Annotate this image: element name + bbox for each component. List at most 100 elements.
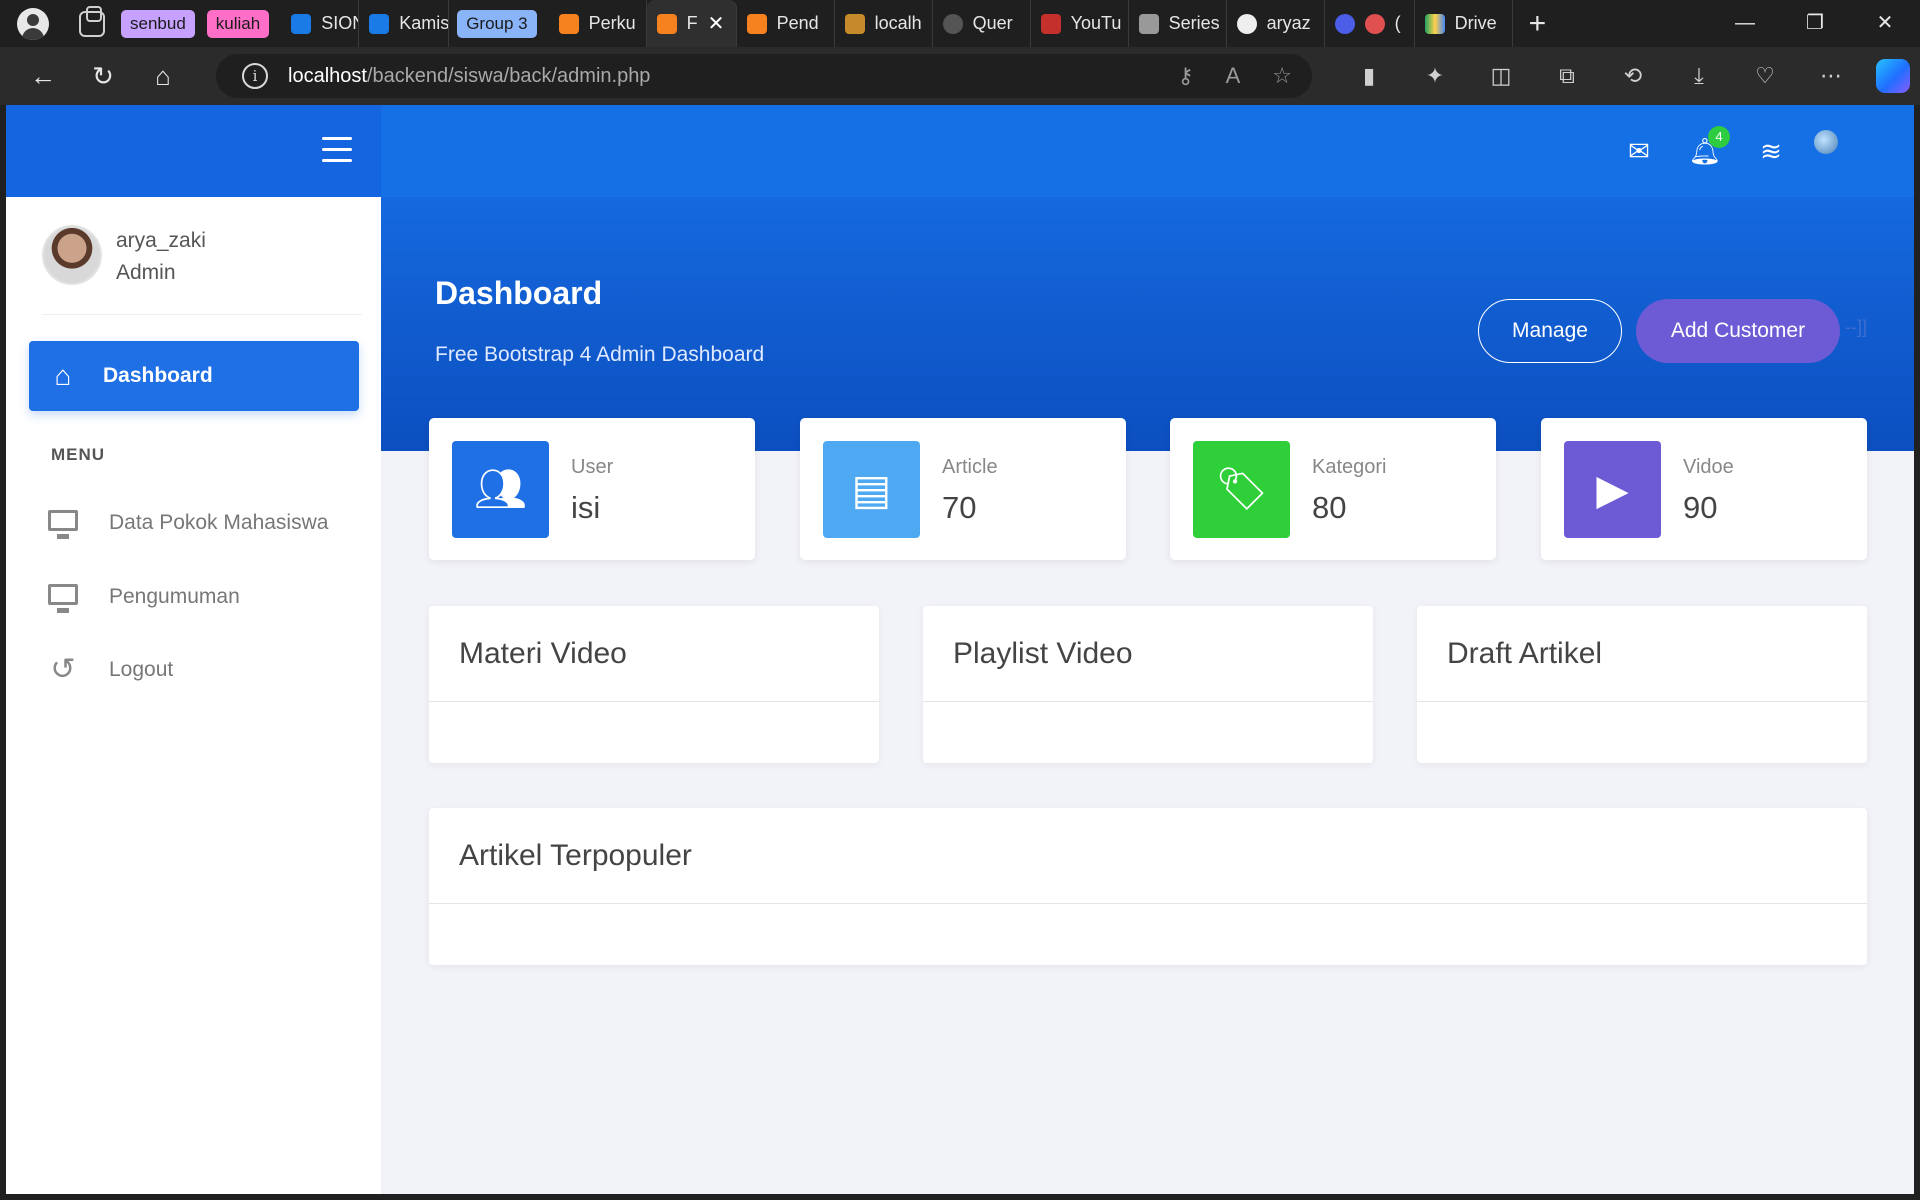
tab-series[interactable]: Series	[1129, 0, 1227, 47]
tab-pend[interactable]: Pend	[737, 0, 835, 47]
user-role: Admin	[116, 261, 176, 284]
split-screen-icon[interactable]: ◫	[1468, 63, 1534, 89]
sidebar-item-logout[interactable]: ↺ Logout	[46, 650, 173, 690]
back-icon[interactable]: ←	[26, 61, 60, 92]
tab-github[interactable]: aryaz	[1227, 0, 1325, 47]
envelope-icon[interactable]: ✉	[1606, 136, 1672, 167]
stat-value: isi	[571, 490, 601, 525]
tab-kamis[interactable]: Kamis	[359, 0, 450, 47]
tab-favicon	[369, 13, 390, 34]
tab-list: senbud kuliah SION Kamis Group 3 Perku F…	[121, 0, 1546, 47]
github-icon	[1236, 13, 1257, 34]
browser-toolbar: ← ↻ ⌂ i localhost/backend/siswa/back/adm…	[0, 47, 1920, 105]
close-tab-icon[interactable]: ✕	[708, 11, 725, 36]
sidebar-item-label: Data Pokok Mahasiswa	[109, 511, 329, 534]
profile-icon[interactable]	[17, 7, 49, 40]
panel-title: Draft Artikel	[1417, 606, 1867, 702]
tab-perku[interactable]: Perku	[549, 0, 647, 47]
history-icon[interactable]: ⟲	[1600, 63, 1666, 89]
stat-card-video: ▶ Vidoe 90	[1541, 418, 1867, 560]
url-text[interactable]: localhost/backend/siswa/back/admin.php	[288, 65, 650, 88]
sidebar-item-label: Logout	[109, 658, 174, 681]
sidebar-item-label: Dashboard	[103, 364, 213, 387]
downloads-icon[interactable]: ⤓	[1666, 63, 1732, 89]
avatar	[42, 225, 102, 285]
tab-query[interactable]: Quer	[933, 0, 1031, 47]
read-aloud-icon[interactable]: A	[1226, 63, 1241, 89]
xampp-icon	[558, 13, 579, 34]
copilot-icon[interactable]	[1876, 59, 1910, 93]
stat-value: 70	[942, 490, 977, 525]
sidebar-item-dashboard[interactable]: ⌂ Dashboard	[29, 341, 359, 411]
reload-icon[interactable]: ↻	[86, 61, 120, 92]
add-customer-button[interactable]: Add Customer	[1636, 299, 1840, 363]
panel-title: Artikel Terpopuler	[429, 808, 1867, 904]
tab-favicon	[291, 13, 312, 34]
home-icon[interactable]: ⌂	[146, 61, 180, 92]
panel-title: Materi Video	[429, 606, 879, 702]
page-title: Dashboard	[435, 275, 603, 311]
tab-actions-icon[interactable]: ⧉	[1534, 63, 1600, 89]
tab-localhost[interactable]: localh	[835, 0, 933, 47]
monitor-icon	[46, 508, 80, 539]
more-menu-icon[interactable]: ⋯	[1798, 63, 1864, 89]
tab-sion[interactable]: SION	[281, 0, 360, 47]
video-file-icon: ▶	[1564, 441, 1661, 538]
top-navbar: ✉ 🔔︎ 4 ≋	[381, 105, 1914, 197]
stat-value: 90	[1683, 490, 1718, 525]
toolbar-right-icons: ▮ ✦ ◫ ⧉ ⟲ ⤓ ♡ ⋯	[1336, 47, 1910, 105]
panel-playlist-video: Playlist Video	[923, 606, 1373, 763]
tab-active[interactable]: F ✕	[646, 0, 737, 47]
performance-icon[interactable]: ♡	[1732, 63, 1798, 89]
minimize-icon[interactable]: —	[1710, 0, 1780, 47]
navbar-avatar[interactable]	[1814, 130, 1838, 154]
stat-card-user: 👥︎ User isi	[429, 418, 755, 560]
xampp-icon	[746, 13, 767, 34]
collections-icon[interactable]: ▮	[1336, 63, 1402, 89]
layers-icon[interactable]: ≋	[1738, 136, 1804, 167]
panel-artikel-terpopuler: Artikel Terpopuler	[429, 808, 1867, 965]
tab-drive[interactable]: Drive	[1415, 0, 1513, 47]
workspaces-icon[interactable]	[79, 5, 105, 37]
tab-recording[interactable]: (	[1325, 0, 1415, 47]
medium-icon	[1138, 13, 1159, 34]
favorite-star-icon[interactable]: ☆	[1272, 63, 1292, 89]
tab-youtube[interactable]: YouTu	[1031, 0, 1129, 47]
tags-icon: 🏷︎	[1193, 441, 1290, 538]
stat-label: Article	[942, 456, 998, 478]
bell-icon[interactable]: 🔔︎ 4	[1672, 125, 1738, 167]
user-name: arya_zaki	[116, 229, 206, 252]
address-bar[interactable]: i localhost/backend/siswa/back/admin.php…	[216, 54, 1312, 98]
stat-label: Kategori	[1312, 456, 1387, 478]
close-window-icon[interactable]: ✕	[1850, 0, 1920, 47]
restore-icon[interactable]: ❐	[1780, 0, 1850, 47]
new-tab-icon[interactable]: +	[1529, 7, 1547, 41]
page-viewport: arya_zaki Admin ⌂ Dashboard MENU Data Po…	[6, 105, 1914, 1194]
browser-tab-strip: senbud kuliah SION Kamis Group 3 Perku F…	[0, 0, 1920, 47]
users-icon: 👥︎	[452, 441, 549, 538]
stat-card-article: ▤ Article 70	[800, 418, 1126, 560]
sidebar-header	[6, 105, 381, 197]
extensions-icon[interactable]: ✦	[1402, 63, 1468, 89]
key-icon[interactable]: ⚷	[1177, 63, 1193, 89]
sidebar: arya_zaki Admin ⌂ Dashboard MENU Data Po…	[6, 105, 381, 1194]
menu-heading: MENU	[51, 445, 106, 464]
panel-title: Playlist Video	[923, 606, 1373, 702]
home-icon: ⌂	[54, 360, 72, 391]
sidebar-item-data-pokok-mahasiswa[interactable]: Data Pokok Mahasiswa	[46, 503, 328, 543]
phpmyadmin-icon	[844, 13, 865, 34]
manage-button[interactable]: Manage	[1478, 299, 1622, 363]
chatgpt-icon	[942, 13, 963, 34]
tab-group-senbud[interactable]: senbud	[121, 9, 195, 38]
tab-group-kuliah[interactable]: kuliah	[206, 9, 270, 38]
window-controls: — ❐ ✕	[1710, 0, 1920, 47]
navbar-icons: ✉ 🔔︎ 4 ≋	[1606, 105, 1838, 197]
site-info-icon[interactable]: i	[242, 63, 268, 89]
notification-badge: 4	[1708, 125, 1730, 148]
hamburger-menu-icon[interactable]	[322, 137, 352, 163]
panel-materi-video: Materi Video	[429, 606, 879, 763]
tab-group-group3[interactable]: Group 3	[457, 9, 537, 38]
stat-value: 80	[1312, 490, 1347, 525]
page-subtitle: Free Bootstrap 4 Admin Dashboard	[435, 343, 765, 366]
sidebar-item-pengumuman[interactable]: Pengumuman	[46, 577, 240, 617]
